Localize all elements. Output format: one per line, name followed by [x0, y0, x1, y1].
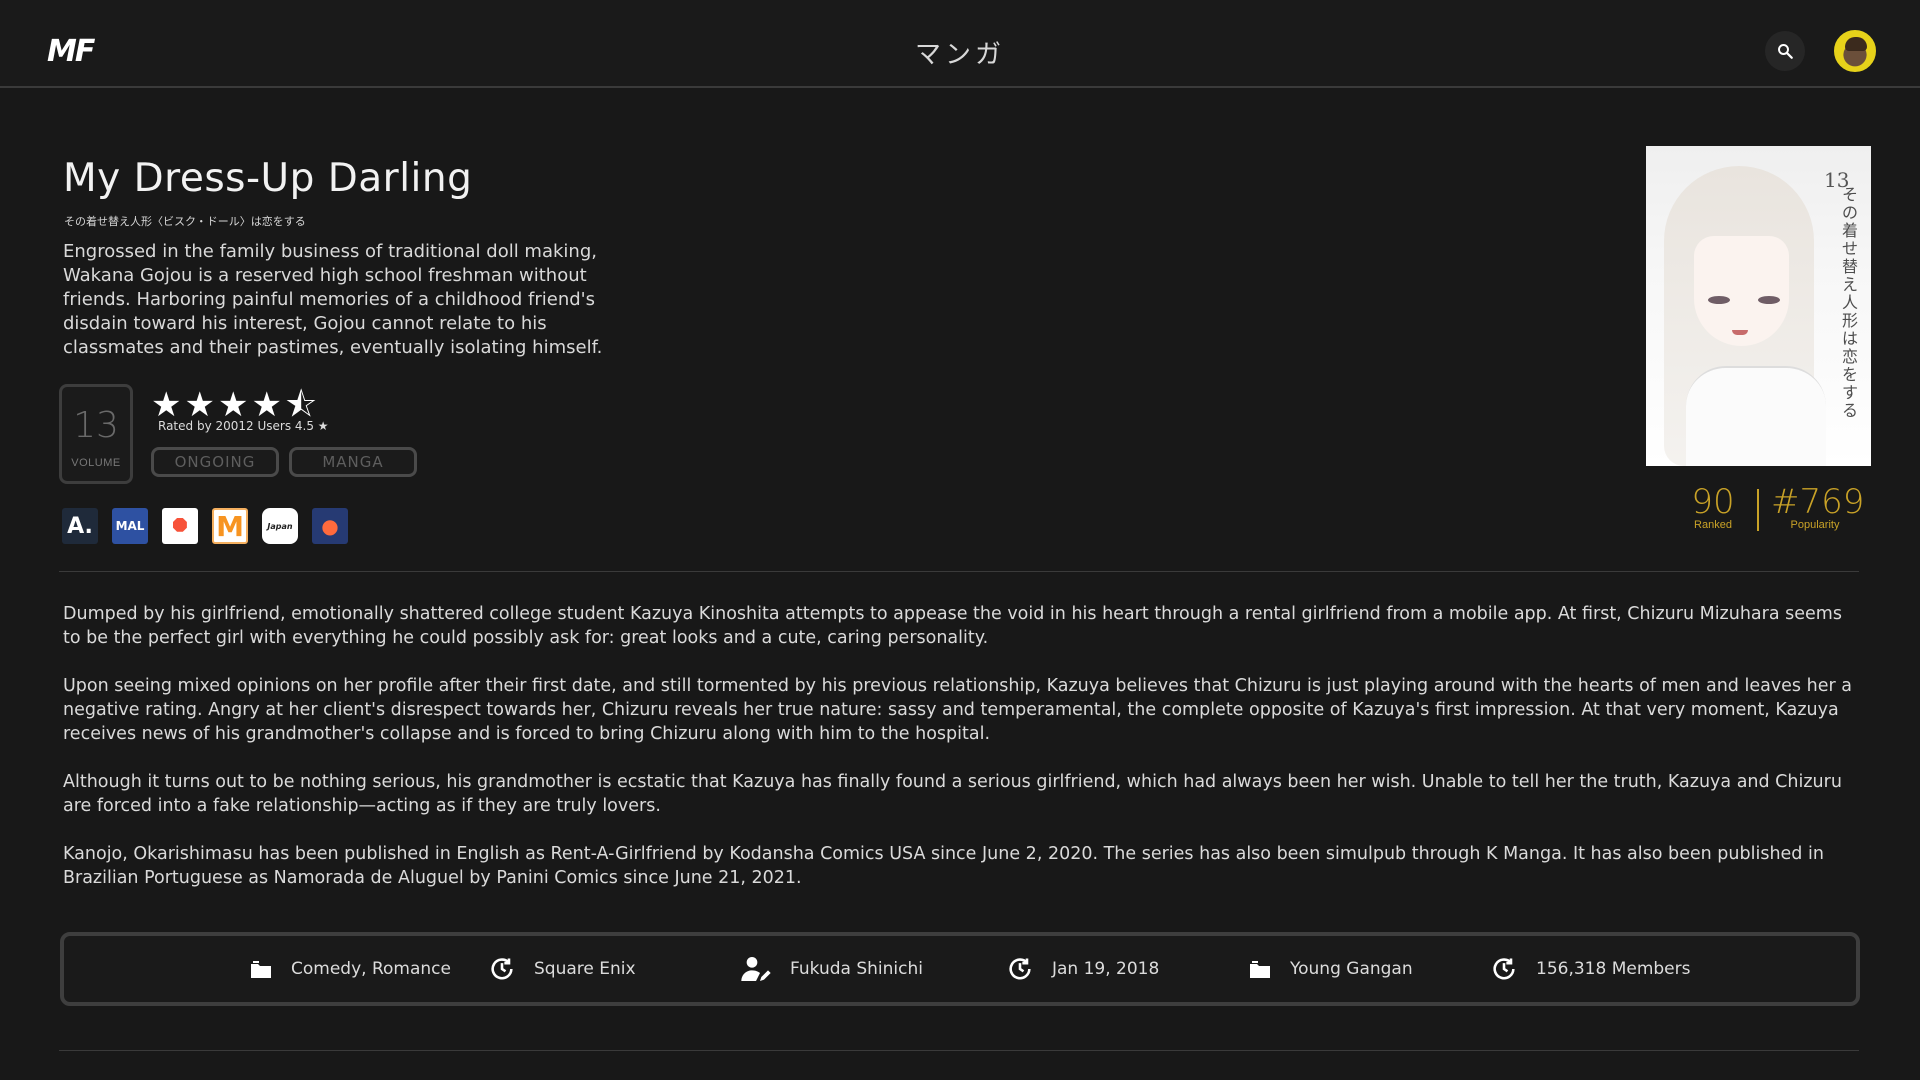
- genre-text: Comedy, Romance: [291, 959, 451, 979]
- japan-icon[interactable]: Japan: [262, 508, 298, 544]
- folder-icon: [251, 961, 271, 978]
- clock-icon: [491, 958, 513, 980]
- kitsu-icon[interactable]: ⯃: [162, 508, 198, 544]
- synopsis-paragraph: Upon seeing mixed opinions on her profil…: [63, 676, 1852, 744]
- members-text: 156,318 Members: [1536, 959, 1691, 979]
- planet-icon[interactable]: ●: [312, 508, 348, 544]
- rank-label: Ranked: [1694, 519, 1732, 531]
- top-bar: MF マンガ: [0, 0, 1920, 88]
- status-badge[interactable]: ONGOING: [151, 447, 279, 477]
- studio-info: Square Enix: [488, 936, 636, 1002]
- search-icon: [1778, 44, 1793, 59]
- manga-title-japanese: その着せ替え人形〈ビスク・ドール〉は恋をする: [64, 215, 306, 228]
- magazine-info: Young Gangan: [1248, 936, 1413, 1002]
- myanimelist-icon[interactable]: MAL: [112, 508, 148, 544]
- members-info: 156,318 Members: [1490, 936, 1691, 1002]
- type-badge[interactable]: MANGA: [289, 447, 417, 477]
- cover-japanese-title: その着せ替え人形は恋をする: [1842, 185, 1859, 420]
- short-synopsis: Engrossed in the family business of trad…: [63, 241, 603, 358]
- mangaupdates-icon[interactable]: M: [212, 508, 248, 544]
- avatar[interactable]: [1834, 30, 1876, 72]
- studio-text: Square Enix: [534, 959, 636, 979]
- clock-icon: [1009, 958, 1031, 980]
- date-info: Jan 19, 2018: [1006, 936, 1159, 1002]
- section-divider: [59, 571, 1859, 572]
- search-button[interactable]: [1765, 31, 1805, 71]
- author-text: Fukuda Shinichi: [790, 959, 923, 979]
- magazine-text: Young Gangan: [1290, 959, 1413, 979]
- genre-info: Comedy, Romance: [249, 936, 451, 1002]
- synopsis-paragraph: Kanojo, Okarishimasu has been published …: [63, 844, 1824, 888]
- user-edit-icon: [741, 957, 771, 981]
- page-title: マンガ: [914, 40, 1005, 70]
- volume-label: VOLUME: [71, 457, 121, 469]
- full-synopsis: Dumped by his girlfriend, emotionally sh…: [63, 602, 1863, 914]
- volume-count-card: 13 VOLUME: [59, 384, 133, 484]
- popularity-label: Popularity: [1790, 519, 1840, 531]
- date-text: Jan 19, 2018: [1052, 959, 1160, 979]
- volume-count: 13: [73, 405, 119, 446]
- stat-divider: [1757, 489, 1759, 531]
- clock-icon: [1493, 958, 1515, 980]
- manga-title: My Dress-Up Darling: [63, 156, 473, 201]
- info-bar: Comedy, Romance Square Enix Fukuda Shini…: [60, 932, 1860, 1006]
- synopsis-paragraph: Dumped by his girlfriend, emotionally sh…: [63, 604, 1842, 648]
- section-divider: [59, 1050, 1859, 1051]
- popularity-value: #769: [1771, 482, 1865, 522]
- folder-icon: [1250, 961, 1270, 978]
- rating-summary: Rated by 20012 Users 4.5 ★: [158, 419, 329, 433]
- anilist-icon[interactable]: A.: [62, 508, 98, 544]
- cover-image: 13 その着せ替え人形は恋をする: [1646, 146, 1871, 466]
- author-info: Fukuda Shinichi: [740, 936, 923, 1002]
- rank-value: 90: [1691, 482, 1735, 522]
- synopsis-paragraph: Although it turns out to be nothing seri…: [63, 772, 1842, 816]
